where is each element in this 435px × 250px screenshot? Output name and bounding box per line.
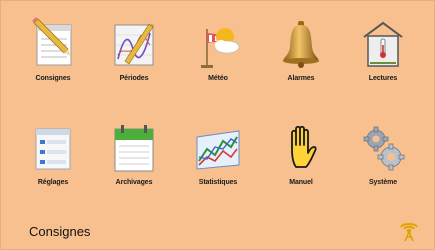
menu-item-meteo[interactable]: Météo [178,15,258,95]
menu-item-statistiques[interactable]: Statistiques [178,119,258,199]
gears-icon [363,126,405,171]
calendar-archive-icon [114,125,154,172]
menu-item-label: Statistiques [198,179,238,186]
menu-item-consignes[interactable]: Consignes [13,15,93,95]
main-menu-screen: Consignes Périodes Météo Alarmes Lecture… [0,0,435,250]
menu-item-systeme[interactable]: Système [343,119,423,199]
thermometer-house-icon [363,21,403,67]
menu-item-label: Périodes [119,75,149,82]
menu-item-label: Lectures [368,75,398,82]
menu-item-label: Consignes [35,75,71,82]
menu-row-1: Consignes Périodes Météo Alarmes Lecture… [1,15,435,95]
menu-item-label: Météo [208,75,228,82]
menu-item-label: Manuel [289,179,313,186]
menu-item-lectures[interactable]: Lectures [343,15,423,95]
stats-graph-icon [196,130,240,170]
menu-item-periodes[interactable]: Périodes [94,15,174,95]
menu-item-label: Archivages [115,179,153,186]
menu-item-label: Alarmes [287,75,315,82]
wireless-signal-icon[interactable] [396,217,422,243]
weather-sun-cloud-icon [201,28,240,68]
hand-icon [291,125,317,168]
settings-window-icon [35,128,71,170]
menu-row-2: Réglages Archivages Statistiques Manuel … [1,119,435,199]
menu-item-reglages[interactable]: Réglages [13,119,93,199]
menu-item-alarmes[interactable]: Alarmes [261,15,341,95]
menu-item-label: Réglages [37,179,69,186]
menu-item-archivages[interactable]: Archivages [94,119,174,199]
current-section-title: Consignes [29,224,91,239]
bell-icon [283,21,319,68]
chart-pencil-icon [114,23,154,66]
menu-item-label: Système [368,179,398,186]
notepad-pencil-icon [32,17,72,66]
menu-item-manuel[interactable]: Manuel [261,119,341,199]
